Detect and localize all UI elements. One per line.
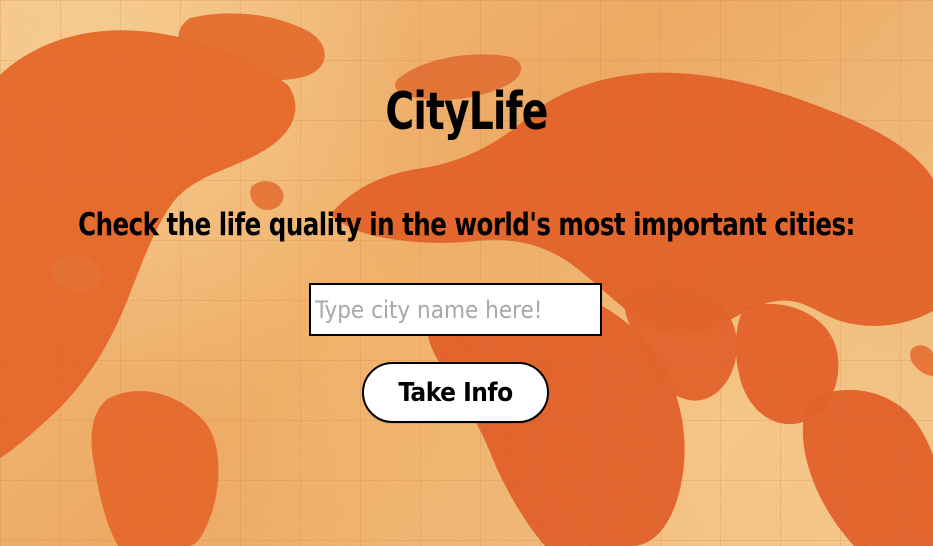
search-container: [309, 283, 602, 336]
page-subtitle: Check the life quality in the world's mo…: [78, 207, 855, 243]
city-search-input[interactable]: [309, 283, 602, 336]
citylife-page: CityLife Check the life quality in the w…: [0, 0, 933, 546]
take-info-button[interactable]: Take Info: [362, 362, 549, 423]
page-title: CityLife: [385, 82, 548, 142]
